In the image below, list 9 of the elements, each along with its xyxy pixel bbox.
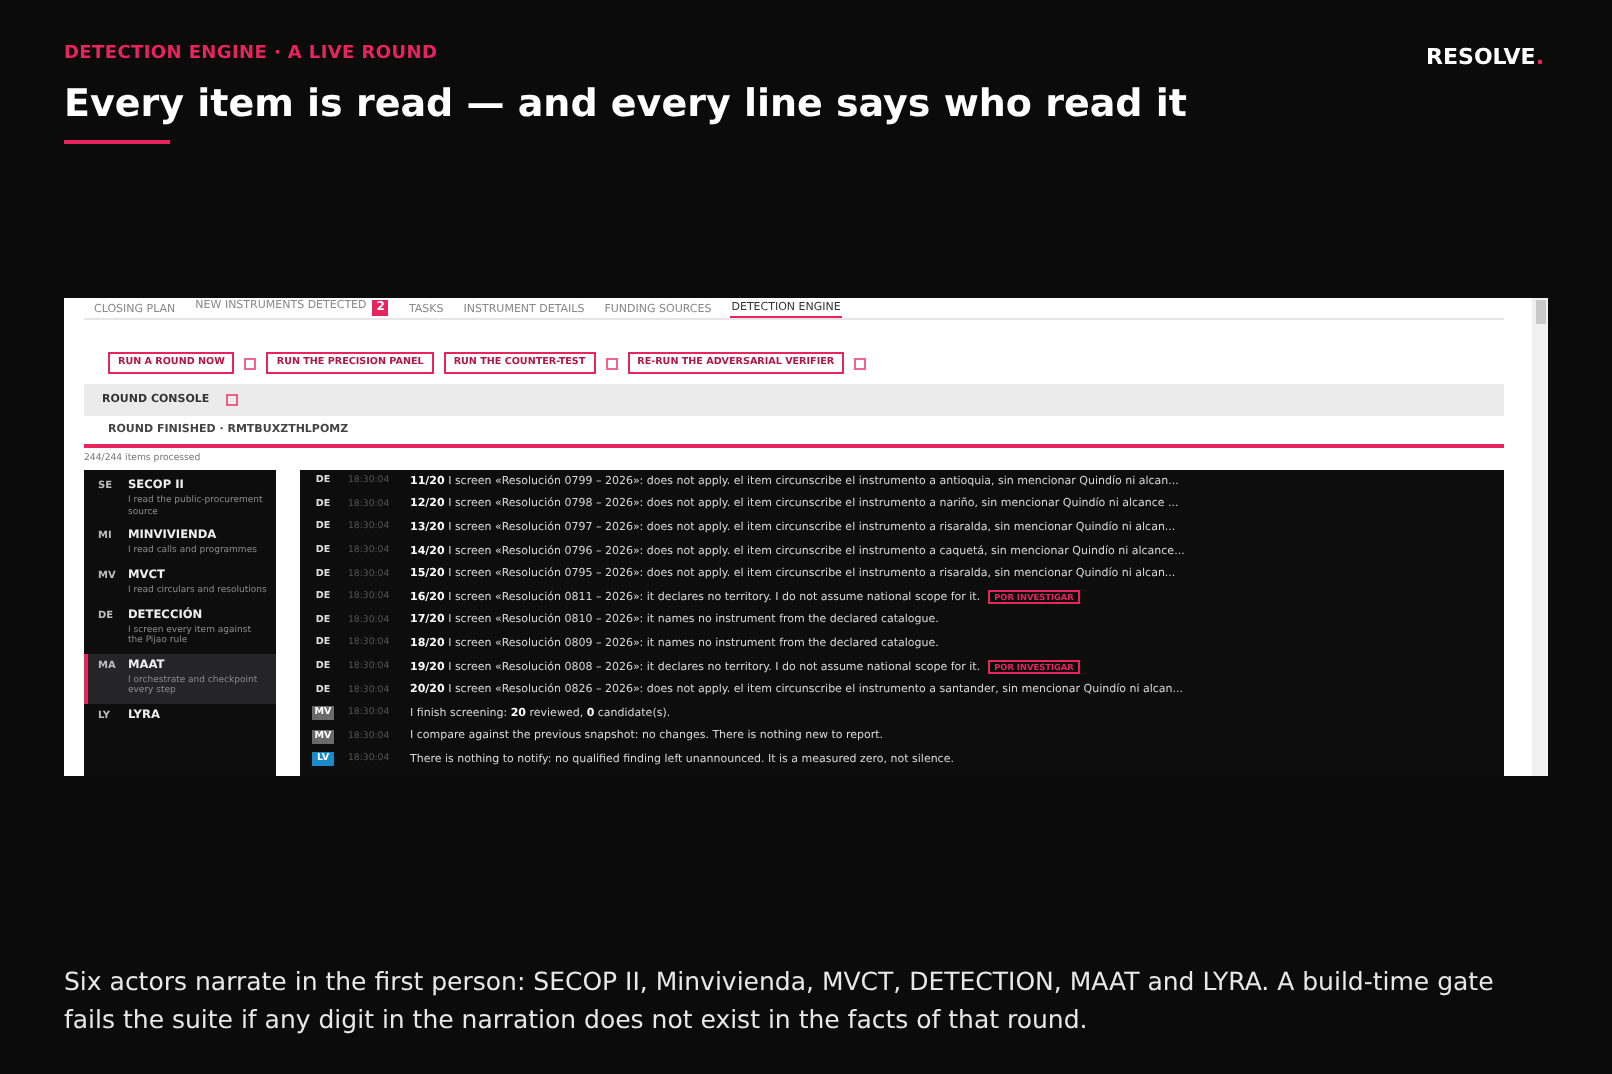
brand-logo: RESOLVE. — [1426, 44, 1544, 70]
info-icon[interactable] — [244, 357, 257, 369]
scrollbar[interactable] — [1532, 298, 1548, 776]
slide-title: Every item is read — and every line says who read it — [64, 82, 1189, 126]
info-icon[interactable] — [605, 357, 618, 369]
slide-kicker: DETECTION ENGINE · A LIVE ROUND — [64, 44, 438, 64]
info-icon[interactable] — [225, 394, 238, 406]
slide-caption: Six actors narrate in the first person: SECOP II, Minvivienda, MVCT, DETECTION, MAAT and LYRA. A build-time gate fails the suite if any digit in the narration does not exist in the facts of that round. — [64, 964, 1496, 1038]
info-icon[interactable] — [854, 357, 867, 369]
